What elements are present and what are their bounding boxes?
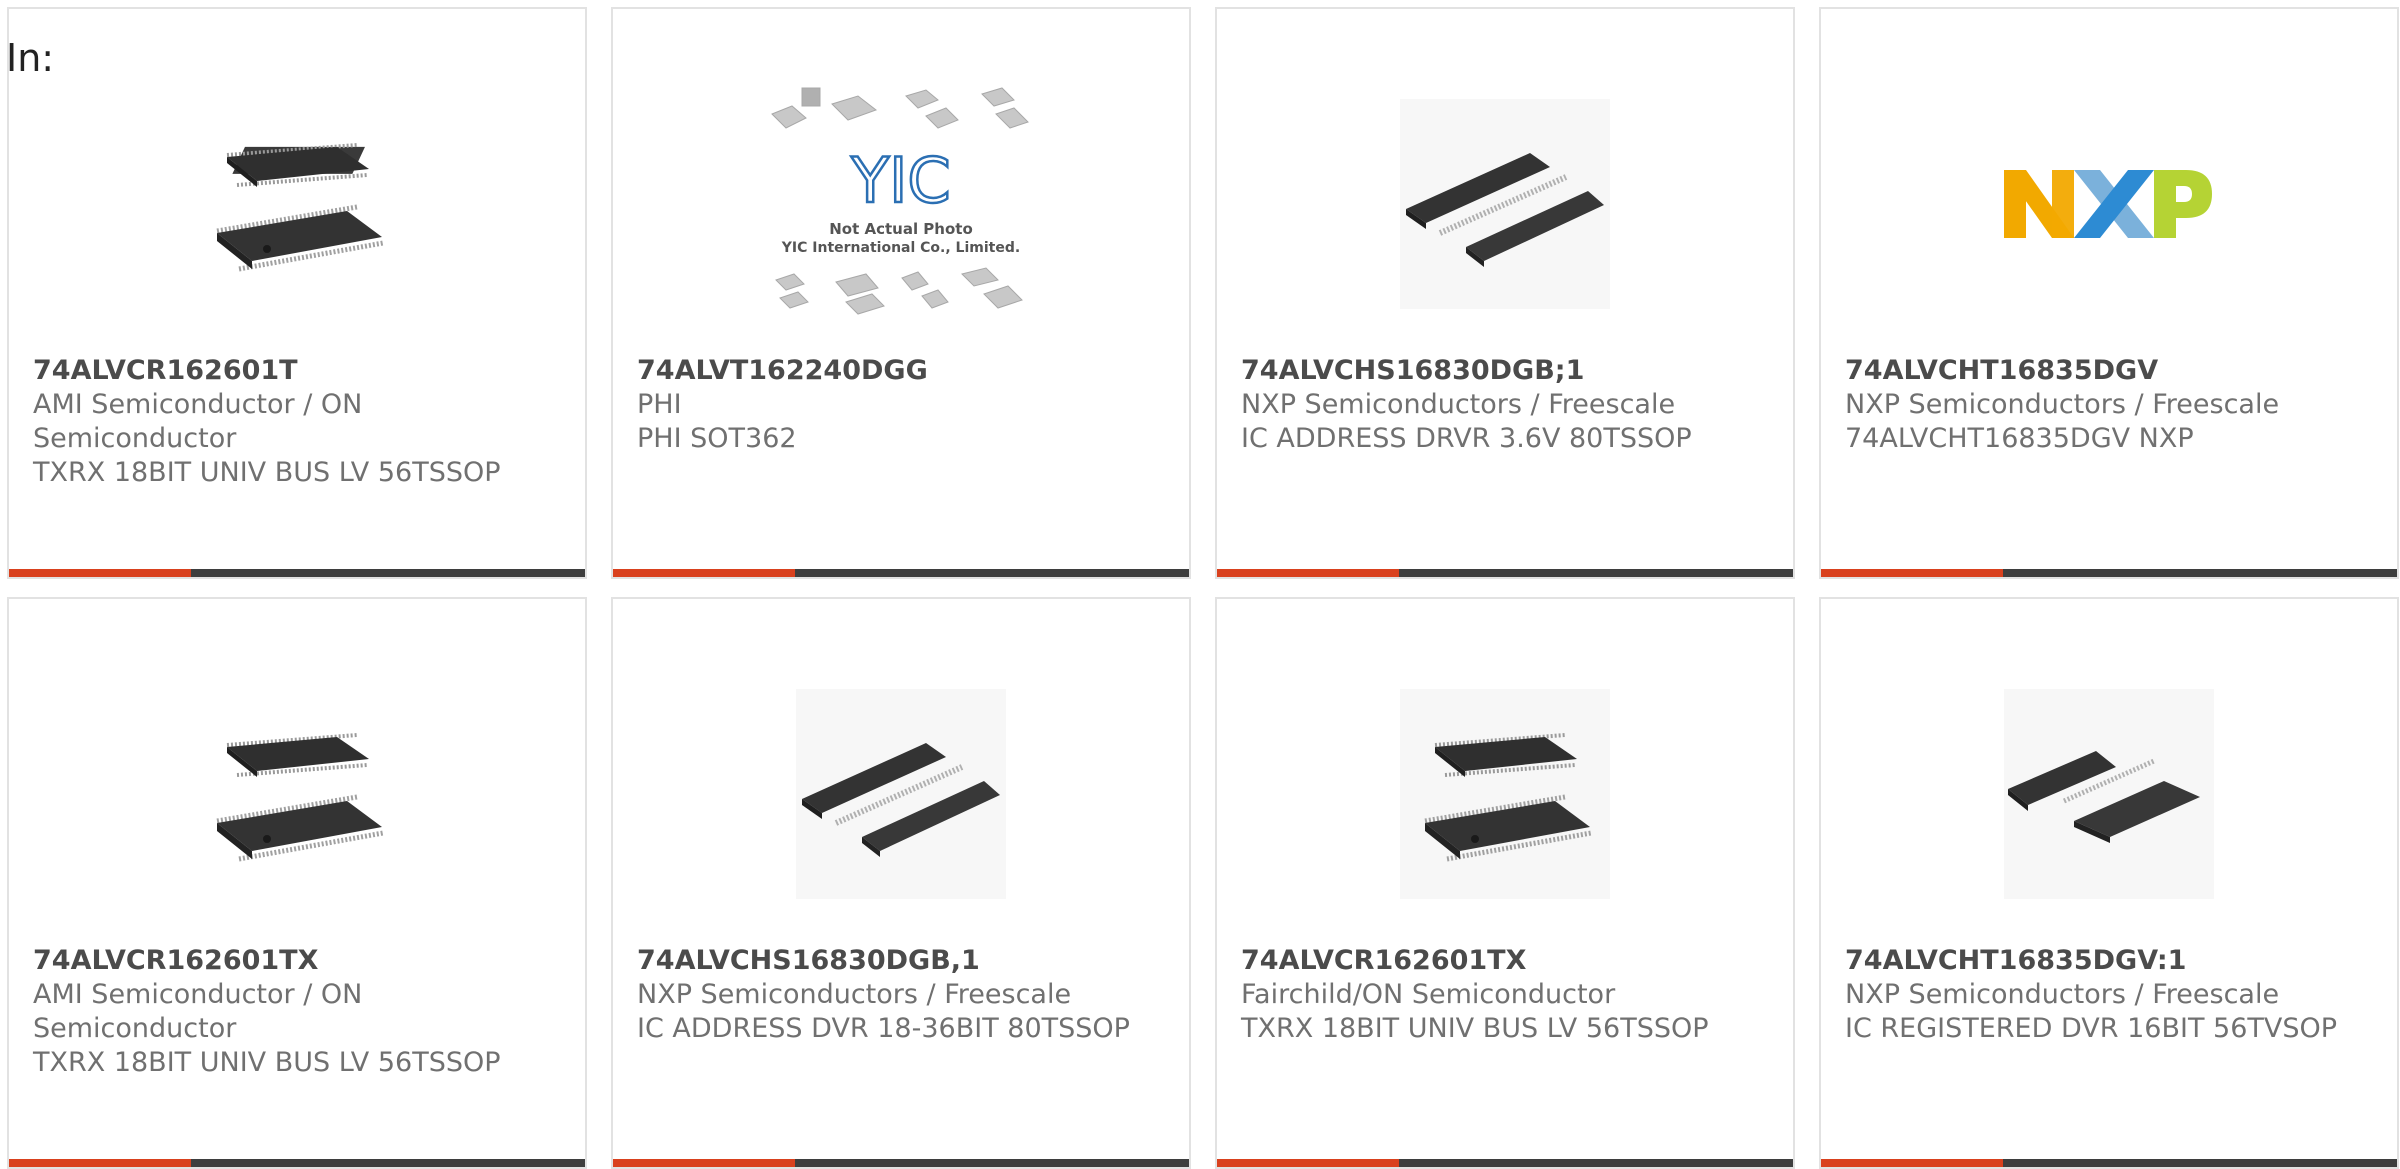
nxp-logo-image[interactable] — [1821, 59, 2397, 349]
card-text: 74ALVCHS16830DGB,1 NXP Semiconductors / … — [637, 944, 1169, 1046]
chip-tssop-image[interactable] — [9, 59, 585, 349]
card-accent-bar — [1217, 1159, 1399, 1167]
card-text: 74ALVT162240DGG PHI PHI SOT362 — [637, 354, 1169, 456]
in-label: In: — [6, 36, 55, 80]
description: 74ALVCHT16835DGV NXP — [1845, 423, 2194, 454]
part-number[interactable]: 74ALVCHT16835DGV:1 — [1845, 944, 2377, 978]
card-bottom-bar — [1217, 569, 1793, 577]
card-bottom-bar — [9, 569, 585, 577]
product-card[interactable]: YIC Not Actual Photo YIC International C… — [611, 7, 1191, 579]
card-bottom-bar — [1217, 1159, 1793, 1167]
product-card[interactable]: 74ALVCHT16835DGV:1 NXP Semiconductors / … — [1819, 597, 2399, 1169]
product-card[interactable]: 74ALVCHS16830DGB,1 NXP Semiconductors / … — [611, 597, 1191, 1169]
caption-line2: YIC International Co., Limited. — [781, 240, 1020, 256]
description: PHI SOT362 — [637, 423, 797, 454]
chip-tssop-pair-image[interactable] — [1821, 649, 2397, 939]
part-number[interactable]: 74ALVCR162601TX — [1241, 944, 1773, 978]
part-number[interactable]: 74ALVCR162601TX — [33, 944, 565, 978]
chip-tssop-image[interactable] — [9, 649, 585, 939]
card-accent-bar — [9, 1159, 191, 1167]
card-accent-bar — [1821, 1159, 2003, 1167]
description: IC ADDRESS DRVR 3.6V 80TSSOP — [1241, 423, 1692, 454]
product-card[interactable]: 74ALVCR162601TX AMI Semiconductor / ON S… — [7, 597, 587, 1169]
chip-tssop-pair-image[interactable] — [613, 649, 1189, 939]
caption-line1: Not Actual Photo — [829, 220, 973, 238]
card-bottom-bar — [1821, 1159, 2397, 1167]
part-number[interactable]: 74ALVCHT16835DGV — [1845, 354, 2377, 388]
card-accent-bar — [1821, 569, 2003, 577]
manufacturer: AMI Semiconductor / ON Semiconductor — [33, 979, 363, 1044]
chip-tssop-pair-image[interactable] — [1217, 59, 1793, 349]
part-number[interactable]: 74ALVCR162601T — [33, 354, 565, 388]
manufacturer: NXP Semiconductors / Freescale — [1845, 979, 2280, 1010]
description: TXRX 18BIT UNIV BUS LV 56TSSOP — [33, 457, 501, 488]
manufacturer: AMI Semiconductor / ON Semiconductor — [33, 389, 363, 454]
card-bottom-bar — [9, 1159, 585, 1167]
manufacturer: Fairchild/ON Semiconductor — [1241, 979, 1616, 1010]
product-card[interactable]: 74ALVCHT16835DGV NXP Semiconductors / Fr… — [1819, 7, 2399, 579]
card-accent-bar — [9, 569, 191, 577]
manufacturer: NXP Semiconductors / Freescale — [1241, 389, 1676, 420]
product-card[interactable]: 74ALVCR162601T AMI Semiconductor / ON Se… — [7, 7, 587, 579]
card-text: 74ALVCR162601TX Fairchild/ON Semiconduct… — [1241, 944, 1773, 1046]
product-card[interactable]: 74ALVCHS16830DGB;1 NXP Semiconductors / … — [1215, 7, 1795, 579]
yic-logo-text: YIC — [850, 144, 950, 217]
card-bottom-bar — [613, 569, 1189, 577]
chip-tssop-image[interactable] — [1217, 649, 1793, 939]
part-number[interactable]: 74ALVT162240DGG — [637, 354, 1169, 388]
description: TXRX 18BIT UNIV BUS LV 56TSSOP — [1241, 1013, 1709, 1044]
description: TXRX 18BIT UNIV BUS LV 56TSSOP — [33, 1047, 501, 1078]
card-text: 74ALVCR162601T AMI Semiconductor / ON Se… — [33, 354, 565, 490]
manufacturer: NXP Semiconductors / Freescale — [637, 979, 1072, 1010]
card-accent-bar — [613, 569, 795, 577]
card-text: 74ALVCR162601TX AMI Semiconductor / ON S… — [33, 944, 565, 1080]
product-grid: 74ALVCR162601T AMI Semiconductor / ON Se… — [7, 7, 2400, 1169]
part-number[interactable]: 74ALVCHS16830DGB;1 — [1241, 354, 1773, 388]
card-bottom-bar — [1821, 569, 2397, 577]
card-accent-bar — [613, 1159, 795, 1167]
yic-placeholder-image[interactable]: YIC Not Actual Photo YIC International C… — [613, 59, 1189, 349]
card-text: 74ALVCHS16830DGB;1 NXP Semiconductors / … — [1241, 354, 1773, 456]
card-bottom-bar — [613, 1159, 1189, 1167]
part-number[interactable]: 74ALVCHS16830DGB,1 — [637, 944, 1169, 978]
manufacturer: PHI — [637, 389, 682, 420]
description: IC REGISTERED DVR 16BIT 56TVSOP — [1845, 1013, 2338, 1044]
card-text: 74ALVCHT16835DGV:1 NXP Semiconductors / … — [1845, 944, 2377, 1046]
card-text: 74ALVCHT16835DGV NXP Semiconductors / Fr… — [1845, 354, 2377, 456]
product-card[interactable]: 74ALVCR162601TX Fairchild/ON Semiconduct… — [1215, 597, 1795, 1169]
description: IC ADDRESS DVR 18-36BIT 80TSSOP — [637, 1013, 1130, 1044]
card-accent-bar — [1217, 569, 1399, 577]
manufacturer: NXP Semiconductors / Freescale — [1845, 389, 2280, 420]
